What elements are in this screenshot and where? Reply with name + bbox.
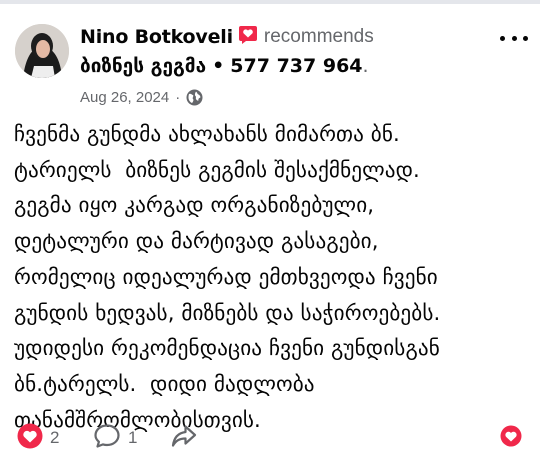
author-name[interactable]: Nino Botkoveli [80, 26, 233, 48]
heart-reaction-icon [17, 423, 43, 453]
date-separator: · [175, 88, 181, 106]
reactions-count: 2 [50, 428, 60, 447]
page-line: ბიზნეს გეგმა • 577 737 964 . [80, 52, 480, 80]
avatar[interactable] [15, 24, 69, 78]
page-name-link[interactable]: ბიზნეს გეგმა [80, 55, 206, 77]
comments-count: 1 [128, 428, 138, 447]
recommend-icon [238, 25, 258, 45]
reactions-button[interactable]: 2 [17, 423, 59, 453]
comment-icon [93, 423, 121, 453]
globe-icon [186, 89, 203, 106]
share-icon [171, 425, 197, 452]
more-dot [511, 35, 517, 41]
trailing-period: . [362, 55, 369, 77]
share-button[interactable] [171, 424, 197, 452]
meta-line: Aug 26, 2024 · [80, 84, 480, 110]
post-body: ჩვენმა გუნდმა ახლახანს მიმართა ბნ. ტარიე… [14, 121, 441, 432]
heart-reaction-icon[interactable] [500, 425, 522, 451]
top-divider [0, 0, 540, 4]
recommends-label: recommends [263, 26, 374, 47]
post-header: Nino Botkoveli recommends ბიზნეს გეგმა •… [80, 22, 480, 110]
header-line: Nino Botkoveli recommends [80, 22, 480, 52]
more-dot [500, 35, 505, 41]
bullet-separator: • [212, 55, 225, 77]
more-dot [523, 35, 528, 41]
post-date[interactable]: Aug 26, 2024 [80, 89, 169, 106]
phone-number[interactable]: 577 737 964 [230, 55, 362, 77]
post-footer: 2 1 [0, 416, 540, 456]
more-options-icon[interactable] [500, 28, 528, 48]
comment-button[interactable]: 1 [93, 423, 137, 453]
